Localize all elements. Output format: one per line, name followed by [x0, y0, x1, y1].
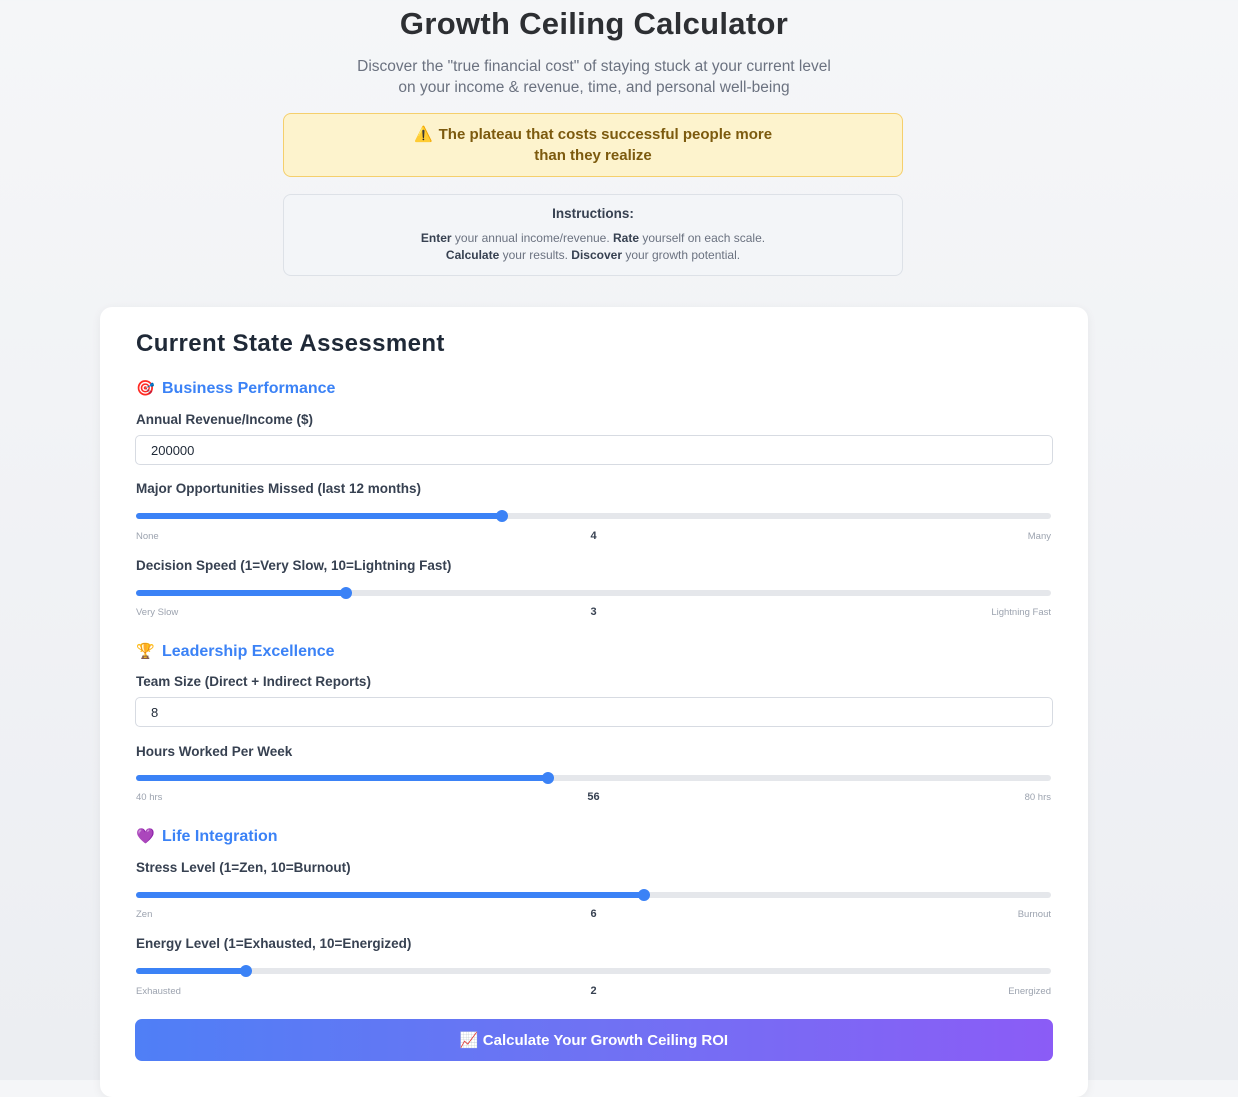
- section-title: Leadership Excellence: [162, 643, 335, 660]
- slider-value: 56: [587, 791, 600, 803]
- revenue-input[interactable]: [135, 435, 1053, 465]
- instructions-line: Calculate your results. Discover your gr…: [284, 247, 902, 264]
- instruction-text: your growth potential.: [622, 248, 741, 262]
- slider-fill: [136, 892, 644, 898]
- slider-thumb[interactable]: [541, 772, 554, 784]
- decision-speed-label: Decision Speed (1=Very Slow, 10=Lightnin…: [136, 558, 452, 573]
- assessment-card: Current State Assessment 🎯 Business Perfo…: [100, 307, 1088, 1097]
- slider-value: 4: [590, 530, 597, 542]
- slider-fill: [136, 775, 548, 781]
- trophy-icon: 🏆: [136, 643, 155, 660]
- target-icon: 🎯: [136, 380, 155, 397]
- instruction-keyword: Calculate: [445, 248, 500, 262]
- scale-max-label: Burnout: [1017, 909, 1051, 920]
- instruction-text: your results.: [499, 248, 572, 262]
- decision-speed-scale: Very Slow 3 Lightning Fast: [136, 606, 1051, 621]
- stress-scale: Zen 6 Burnout: [136, 908, 1051, 923]
- energy-slider[interactable]: [136, 965, 1051, 977]
- slider-fill: [136, 590, 347, 596]
- warning-text: The plateau that costs successful people…: [438, 126, 773, 143]
- instruction-keyword: Rate: [613, 231, 640, 245]
- decision-speed-slider[interactable]: [136, 587, 1051, 599]
- warning-icon: ⚠️: [413, 126, 433, 143]
- section-life-integration: 💜 Life Integration: [136, 827, 278, 846]
- opportunities-scale: None 4 Many: [136, 530, 1051, 545]
- instruction-keyword: Discover: [571, 248, 622, 262]
- page-title: Growth Ceiling Calculator: [399, 6, 789, 41]
- warning-text: than they realize: [534, 147, 652, 164]
- slider-thumb[interactable]: [239, 965, 252, 977]
- slider-fill: [136, 968, 246, 974]
- hours-slider[interactable]: [136, 772, 1051, 784]
- slider-value: 6: [590, 908, 597, 920]
- slider-value: 3: [590, 606, 597, 618]
- hours-label: Hours Worked Per Week: [136, 744, 293, 759]
- instructions-title: Instructions:: [552, 206, 634, 221]
- energy-label: Energy Level (1=Exhausted, 10=Energized): [136, 936, 412, 951]
- slider-thumb[interactable]: [496, 510, 508, 522]
- slider-fill: [136, 513, 502, 519]
- calculate-button[interactable]: 📈 Calculate Your Growth Ceiling ROI: [135, 1019, 1053, 1061]
- page-subtitle: Discover the "true financial cost" of st…: [0, 56, 1188, 98]
- stress-slider[interactable]: [136, 889, 1051, 901]
- instruction-text: yourself on each scale.: [639, 231, 766, 245]
- stress-label: Stress Level (1=Zen, 10=Burnout): [136, 860, 351, 875]
- card-title: Current State Assessment: [136, 330, 445, 357]
- scale-max-label: Lightning Fast: [991, 607, 1051, 618]
- team-size-input[interactable]: [135, 697, 1053, 727]
- revenue-label: Annual Revenue/Income ($): [136, 412, 314, 427]
- team-size-label: Team Size (Direct + Indirect Reports): [136, 674, 371, 689]
- subtitle-line: on your income & revenue, time, and pers…: [398, 79, 790, 96]
- warning-banner: ⚠️ The plateau that costs successful peop…: [283, 113, 903, 177]
- slider-value: 2: [590, 985, 597, 997]
- hours-scale: 40 hrs 56 80 hrs: [136, 791, 1051, 806]
- slider-thumb[interactable]: [637, 889, 650, 901]
- opportunities-slider[interactable]: [136, 510, 1051, 522]
- scale-max-label: Many: [1027, 531, 1051, 542]
- slider-thumb[interactable]: [340, 587, 353, 599]
- section-business-performance: 🎯 Business Performance: [136, 379, 335, 398]
- energy-scale: Exhausted 2 Energized: [136, 985, 1051, 1000]
- section-leadership-excellence: 🏆 Leadership Excellence: [136, 642, 335, 661]
- scale-max-label: 80 hrs: [1024, 792, 1051, 803]
- instruction-text: your annual income/revenue.: [451, 231, 614, 245]
- scale-max-label: Energized: [1008, 986, 1051, 997]
- subtitle-line: Discover the "true financial cost" of st…: [357, 58, 831, 75]
- instructions-box: Instructions: Enter your annual income/r…: [283, 194, 903, 276]
- instructions-line: Enter your annual income/revenue. Rate y…: [284, 230, 902, 247]
- section-title: Life Integration: [162, 828, 278, 845]
- heart-icon: 💜: [136, 828, 155, 845]
- section-title: Business Performance: [162, 380, 336, 397]
- opportunities-label: Major Opportunities Missed (last 12 mont…: [136, 481, 422, 496]
- instruction-keyword: Enter: [420, 231, 452, 245]
